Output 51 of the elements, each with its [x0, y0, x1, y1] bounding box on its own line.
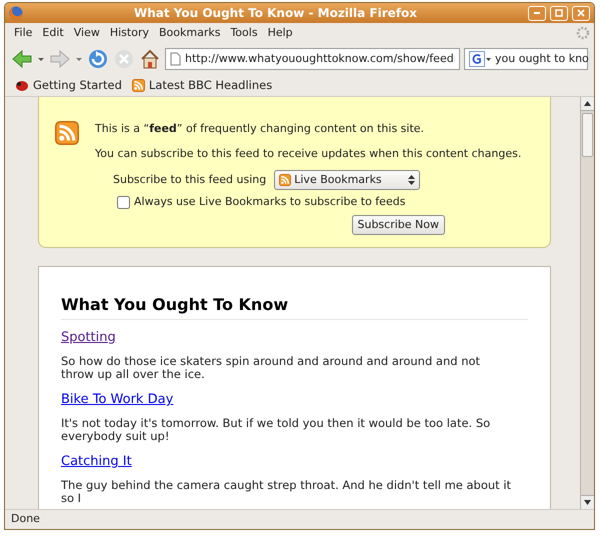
feed-title: What You Ought To Know — [61, 293, 528, 320]
window-title: What You Ought To Know - Mozilla Firefox — [132, 5, 418, 22]
search-field[interactable]: you ought to kno — [464, 48, 588, 70]
entry-text: The guy behind the camera caught strep throat. And he didn't tell me about it so I — [61, 478, 512, 506]
menu-item[interactable]: History — [104, 24, 154, 42]
reload-button[interactable] — [87, 48, 109, 70]
subscribe-now-button[interactable]: Subscribe Now — [352, 214, 445, 235]
entry-link[interactable]: Catching It — [61, 452, 132, 472]
minimize-button[interactable] — [528, 6, 546, 20]
subscribe-using-label: Subscribe to this feed using — [113, 172, 266, 188]
scroll-up-arrow-icon[interactable] — [584, 101, 591, 106]
subscribe-info-text: You can subscribe to this feed to receive updates when this content changes. — [95, 146, 522, 162]
entry-text: It's not today it's tomorrow. But if we told you then it would be too late. So everybody suit up! — [61, 416, 492, 444]
page-icon — [170, 52, 181, 66]
throbber-icon — [576, 26, 590, 40]
menu-item[interactable]: Tools — [225, 24, 263, 42]
menu-item[interactable]: Help — [262, 24, 298, 42]
address-field[interactable]: http://www.whatyououghttoknow.com/show/feed — [165, 48, 460, 70]
search-text: you ought to kno — [495, 50, 589, 67]
updown-arrow-icon — [408, 175, 416, 185]
entry-link[interactable]: Bike To Work Day — [61, 390, 174, 410]
reader-select[interactable]: Live Bookmarks — [274, 170, 420, 190]
browser-logo-icon — [9, 6, 23, 20]
entry-link[interactable]: Spotting — [61, 328, 116, 348]
menu-item[interactable]: File — [9, 24, 38, 42]
close-button[interactable] — [572, 6, 590, 20]
back-button[interactable] — [11, 48, 33, 70]
bookmark-item[interactable]: Latest BBC Headlines — [132, 76, 272, 94]
feed-icon — [132, 79, 145, 92]
scroll-thumb[interactable] — [582, 113, 593, 157]
menu-item[interactable]: Edit — [37, 24, 69, 42]
maximize-icon — [554, 8, 564, 18]
feed-icon — [55, 121, 79, 145]
url-text: http://www.whatyououghttoknow.com/show/feed — [185, 50, 454, 67]
menu-item[interactable]: View — [68, 24, 105, 42]
home-button[interactable] — [139, 48, 161, 70]
minimize-icon — [533, 12, 541, 14]
bug-icon — [15, 79, 29, 92]
scrollbar[interactable] — [580, 97, 594, 509]
feed-icon — [279, 174, 292, 186]
entry-text: So how do those ice skaters spin around and around and around and not throw up all over the ice. — [61, 354, 482, 382]
close-icon — [576, 8, 586, 18]
scroll-down-arrow-icon[interactable] — [584, 500, 591, 505]
always-use-checkbox[interactable]: Always use Live Bookmarks to subscribe to feeds — [117, 194, 534, 210]
maximize-button[interactable] — [550, 6, 568, 20]
checkbox-label: Always use Live Bookmarks to subscribe to feeds — [134, 194, 406, 210]
bookmark-item[interactable]: Getting Started — [15, 76, 122, 94]
checkbox[interactable] — [117, 196, 130, 209]
menu-item[interactable]: Bookmarks — [154, 24, 226, 42]
intro-text: This is a “feed” of frequently changing content on this site. — [95, 121, 426, 137]
status-text: Done — [5, 509, 594, 529]
